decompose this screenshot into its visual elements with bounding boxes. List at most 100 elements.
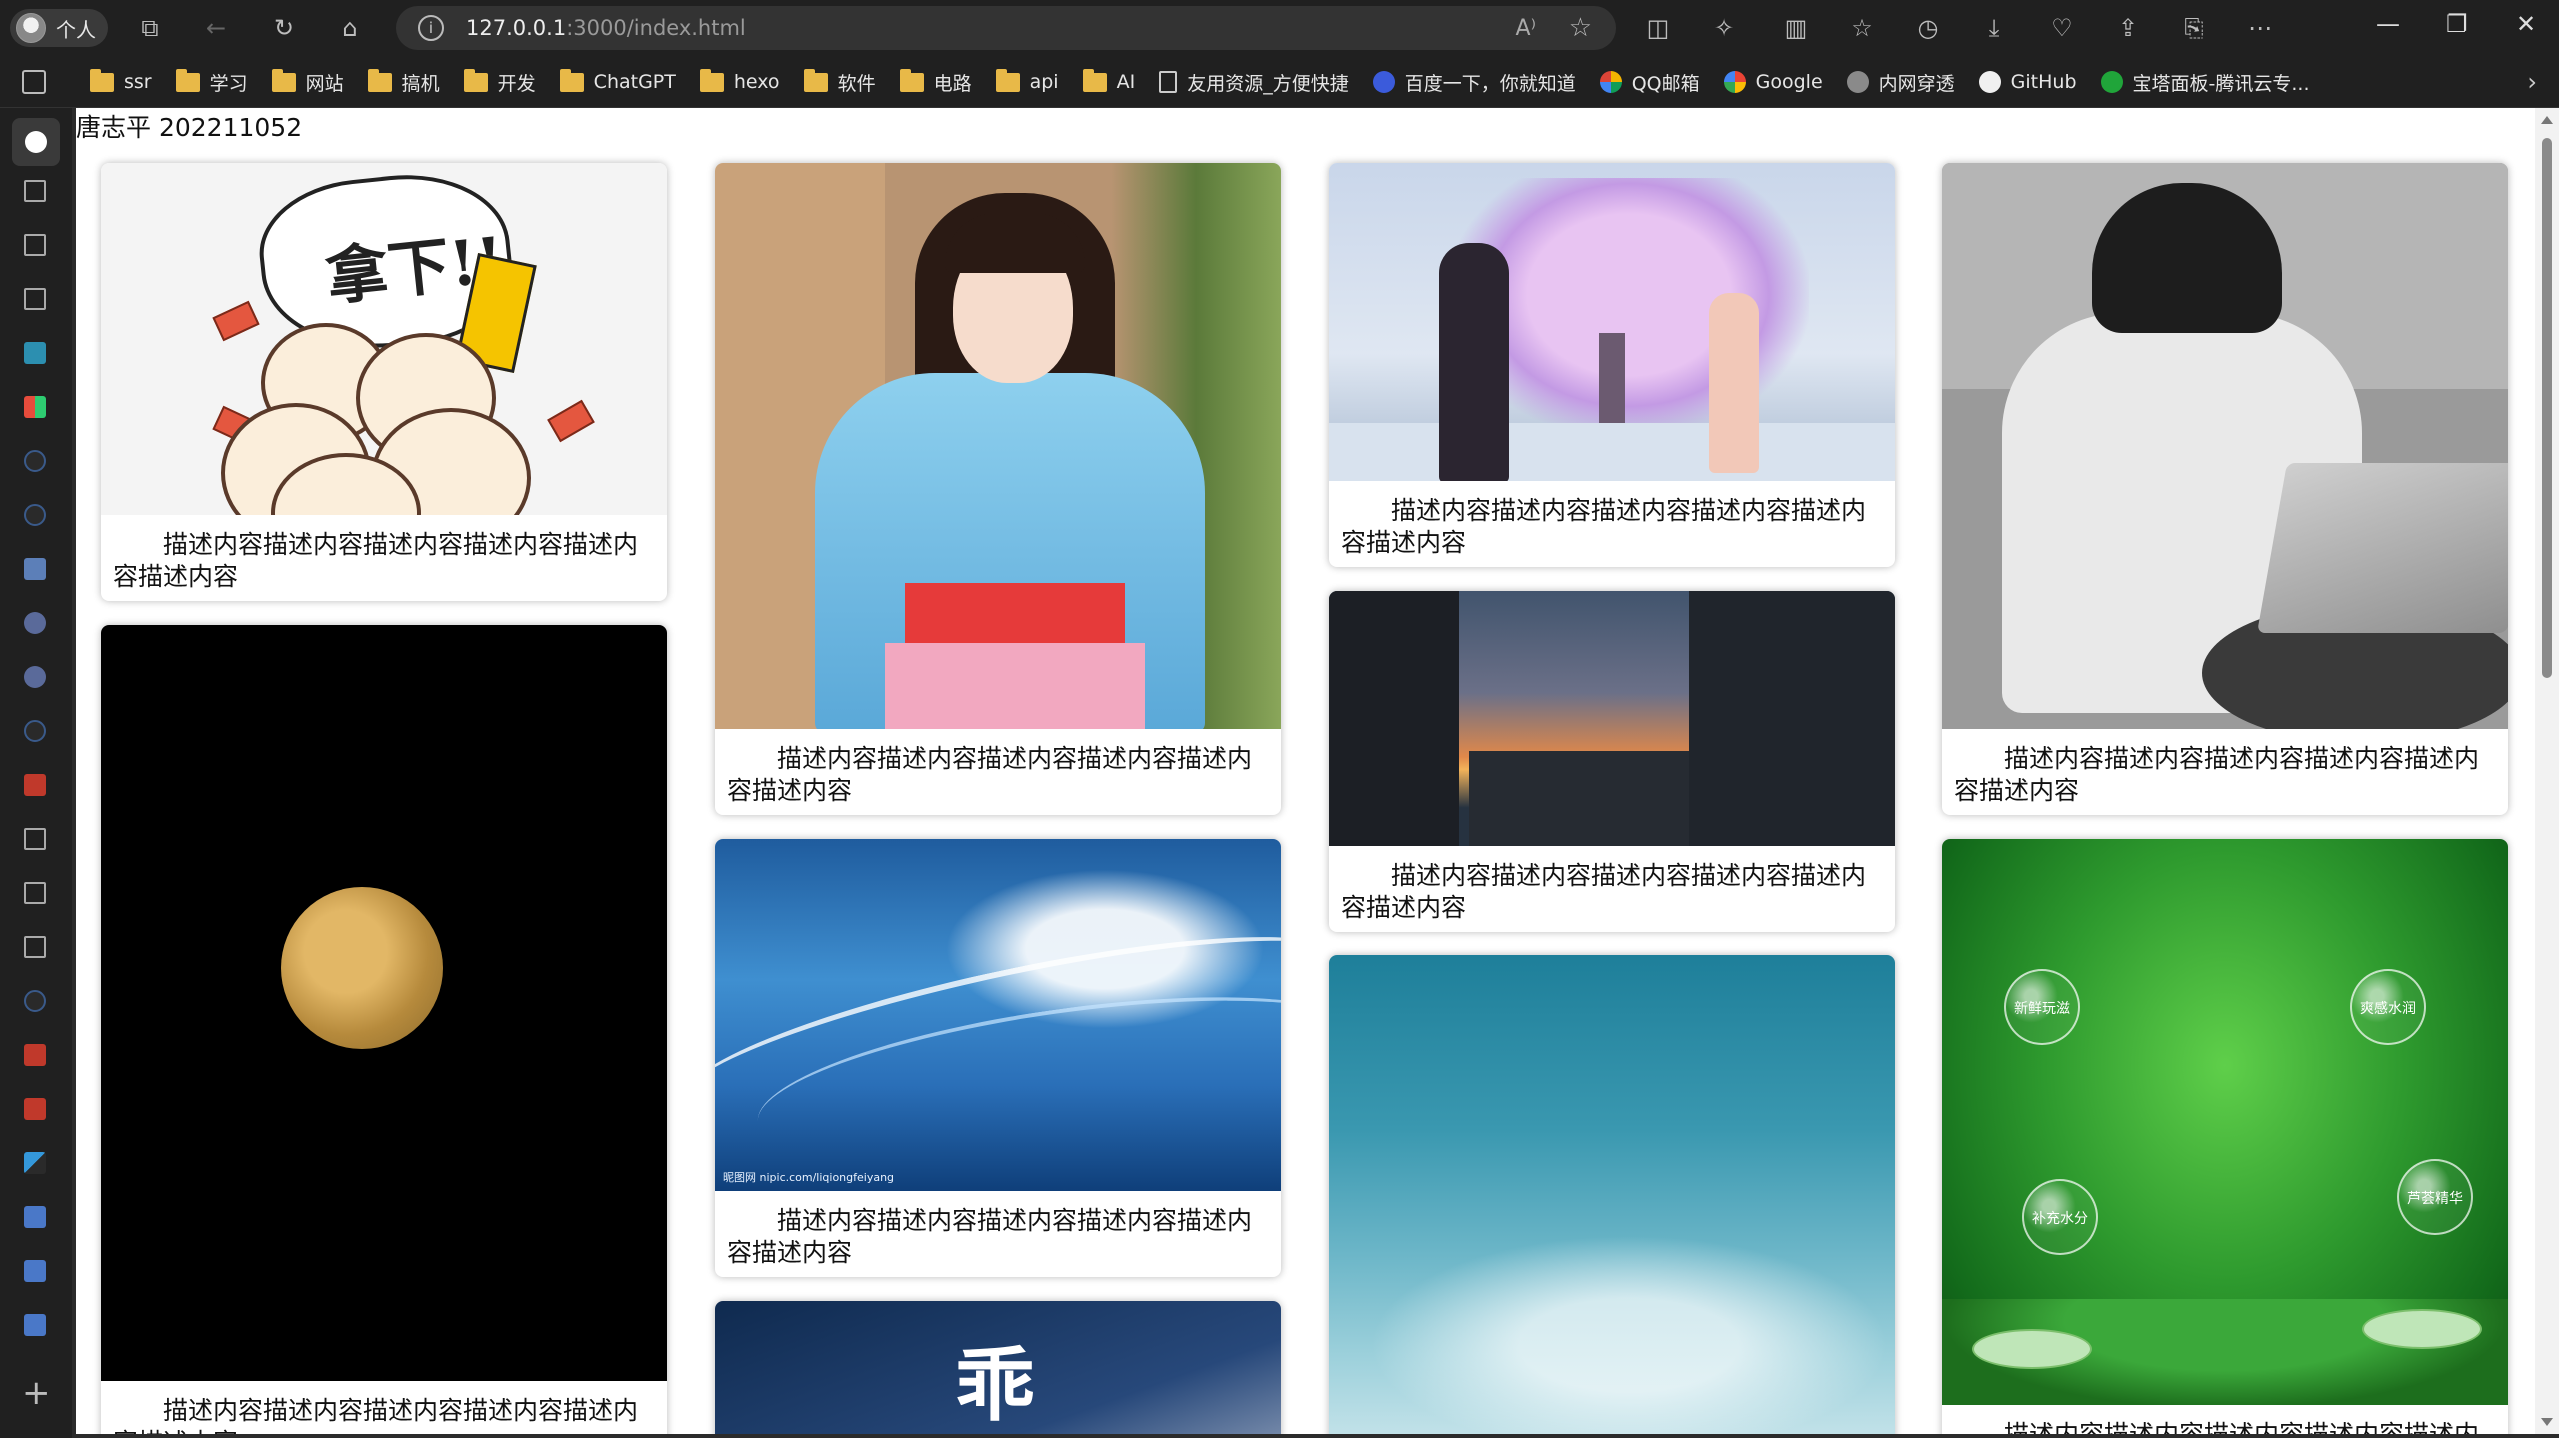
card-description: 描述内容描述内容描述内容描述内容描述内容描述内容 bbox=[113, 1396, 639, 1434]
url-host: 127.0.0.1 bbox=[466, 16, 567, 40]
address-bar[interactable]: i 127.0.0.1:3000/index.html A⁾ ☆ bbox=[396, 6, 1616, 50]
bookmark-item[interactable]: 学习 bbox=[175, 68, 248, 96]
close-button[interactable]: ✕ bbox=[2516, 10, 2536, 38]
sidebar-office-icon[interactable] bbox=[24, 396, 46, 418]
bookmark-item[interactable]: api bbox=[995, 68, 1059, 93]
favorite-star-icon[interactable]: ☆ bbox=[1569, 13, 1592, 43]
favorites-icon[interactable]: ☆ bbox=[1846, 12, 1878, 44]
sidebar-doc-icon[interactable] bbox=[24, 234, 46, 256]
cloud bbox=[1369, 1235, 1889, 1434]
sidebar-doc-icon[interactable] bbox=[24, 828, 46, 850]
bookmarks-overflow-icon[interactable]: › bbox=[2527, 68, 2537, 96]
google-icon bbox=[1723, 71, 1746, 93]
site-info-icon[interactable]: i bbox=[418, 15, 444, 41]
page-scrollbar[interactable] bbox=[2535, 108, 2559, 1434]
scroll-thumb[interactable] bbox=[2542, 138, 2552, 678]
bookmark-item[interactable]: 宝塔面板-腾讯云专... bbox=[2100, 69, 2310, 96]
water-bubble: 芦荟精华 bbox=[2397, 1159, 2473, 1235]
sidebar-doc-icon[interactable] bbox=[24, 180, 46, 202]
collections-icon[interactable]: ⎘ bbox=[2178, 12, 2210, 44]
bookmark-item[interactable]: 百度一下，你就知道 bbox=[1372, 69, 1576, 96]
sidebar-search-icon[interactable] bbox=[24, 504, 46, 526]
page-viewport: 唐志平 202211052 拿下!! 描述内容描述内容描述内容描述内容描述内容描… bbox=[76, 108, 2535, 1434]
sidebar-doc-icon[interactable] bbox=[24, 288, 46, 310]
image-watermark: 昵图网 nipic.com/liqiongfeiyang bbox=[723, 1171, 895, 1184]
bookmark-item[interactable]: hexo bbox=[699, 68, 780, 93]
bookmark-label: Google bbox=[1755, 71, 1823, 93]
bookmark-item[interactable]: 开发 bbox=[463, 68, 536, 96]
bookmark-item[interactable]: 搞机 bbox=[367, 68, 440, 96]
profile-button[interactable]: 个人 bbox=[10, 9, 108, 47]
card-image bbox=[715, 163, 1281, 729]
bookmark-item[interactable]: 电路 bbox=[899, 68, 972, 96]
extensions-puzzle-icon[interactable]: ✧ bbox=[1708, 12, 1740, 44]
waterfall-card: 描述内容描述内容描述内容描述内容描述内容描述内容 bbox=[1329, 591, 1895, 932]
workspaces-icon[interactable]: ⧉ bbox=[134, 12, 166, 44]
sidebar-app-icon[interactable] bbox=[24, 1206, 46, 1228]
bookmark-item[interactable]: QQ邮箱 bbox=[1599, 69, 1700, 96]
extension-icon[interactable]: ◫ bbox=[1642, 12, 1674, 44]
github-icon bbox=[1978, 71, 2001, 93]
sidebar-app-icon[interactable] bbox=[24, 1152, 46, 1174]
sidebar-doc-icon[interactable] bbox=[24, 882, 46, 904]
bookmark-label: 网站 bbox=[305, 72, 344, 95]
sidebar-globe-icon[interactable] bbox=[24, 666, 46, 688]
sidebar-doc-icon[interactable] bbox=[24, 936, 46, 958]
folder-icon bbox=[367, 68, 392, 92]
performance-icon[interactable]: ♡ bbox=[2046, 12, 2078, 44]
share-icon[interactable]: ⇪ bbox=[2112, 12, 2144, 44]
restore-button[interactable]: ❐ bbox=[2446, 10, 2468, 38]
globe-icon bbox=[1846, 71, 1869, 93]
scroll-up-arrow-icon[interactable] bbox=[2541, 116, 2553, 124]
bookmark-item[interactable]: ssr bbox=[90, 68, 152, 93]
bookmark-item[interactable]: 友用资源_方便快捷 bbox=[1159, 69, 1349, 96]
sidebar-vscode-icon[interactable] bbox=[24, 342, 46, 364]
add-sidebar-app-icon[interactable]: + bbox=[22, 1376, 51, 1410]
sidebar-globe-icon[interactable] bbox=[24, 612, 46, 634]
sidebar-csdn-icon[interactable] bbox=[24, 1044, 46, 1066]
bangs bbox=[945, 213, 1085, 273]
baidu-icon bbox=[1372, 71, 1395, 93]
waterfall-card: 乖 bbox=[715, 1301, 1281, 1434]
refresh-button[interactable]: ↻ bbox=[268, 12, 300, 44]
bookmark-label: 百度一下，你就知道 bbox=[1404, 72, 1576, 95]
waterfall-card: 拿下!! 描述内容描述内容描述内容描述内容描述内容描述内容 bbox=[101, 163, 667, 601]
sidebar-app-icon[interactable] bbox=[24, 558, 46, 580]
sidebar-search-icon[interactable] bbox=[24, 720, 46, 742]
more-menu-icon[interactable]: ⋯ bbox=[2244, 12, 2276, 44]
scroll-down-arrow-icon[interactable] bbox=[2541, 1418, 2553, 1426]
bookmark-item[interactable]: GitHub bbox=[1978, 71, 2077, 93]
card-description: 描述内容描述内容描述内容描述内容描述内容描述内容 bbox=[727, 744, 1253, 805]
sidebar-app-icon[interactable] bbox=[24, 1260, 46, 1282]
sidebar-toggle-icon[interactable] bbox=[22, 70, 46, 94]
sidebar-app-icon[interactable] bbox=[24, 1314, 46, 1336]
bookmark-label: 宝塔面板-腾讯云专... bbox=[2132, 72, 2310, 95]
read-aloud-icon[interactable]: A⁾ bbox=[1516, 16, 1536, 41]
sidebar-search-icon[interactable] bbox=[24, 450, 46, 472]
bookmark-item[interactable]: ChatGPT bbox=[559, 68, 676, 93]
sidebar-app-icon[interactable] bbox=[12, 118, 60, 166]
back-button[interactable]: ← bbox=[200, 12, 232, 44]
folder-icon bbox=[803, 68, 828, 92]
sidebar-csdn-icon[interactable] bbox=[24, 1098, 46, 1120]
card-description: 描述内容描述内容描述内容描述内容描述内容描述内容 bbox=[1942, 1405, 2508, 1434]
bookmark-item[interactable]: 网站 bbox=[271, 68, 344, 96]
bookmark-label: AI bbox=[1116, 71, 1136, 93]
history-icon[interactable]: ◷ bbox=[1912, 12, 1944, 44]
bookmark-item[interactable]: AI bbox=[1082, 68, 1136, 93]
split-screen-icon[interactable]: ▥ bbox=[1780, 12, 1812, 44]
home-button[interactable]: ⌂ bbox=[334, 12, 366, 44]
laptop bbox=[2257, 463, 2508, 633]
bookmark-item[interactable]: 内网穿透 bbox=[1846, 69, 1955, 96]
folder-icon bbox=[995, 68, 1020, 92]
bookmark-item[interactable]: 软件 bbox=[803, 68, 876, 96]
bookmark-item[interactable]: Google bbox=[1723, 71, 1823, 93]
minimize-button[interactable]: — bbox=[2376, 10, 2400, 38]
card-image: 乖 bbox=[715, 1301, 1281, 1434]
bookmark-label: api bbox=[1029, 71, 1059, 93]
sidebar-csdn-icon[interactable] bbox=[24, 774, 46, 796]
downloads-icon[interactable]: ⤓ bbox=[1978, 12, 2010, 44]
card-image bbox=[1942, 163, 2508, 729]
sidebar-search-icon[interactable] bbox=[24, 990, 46, 1012]
waterfall-card: 描述内容描述内容描述内容描述内容描述内容描述内容 bbox=[1329, 163, 1895, 567]
